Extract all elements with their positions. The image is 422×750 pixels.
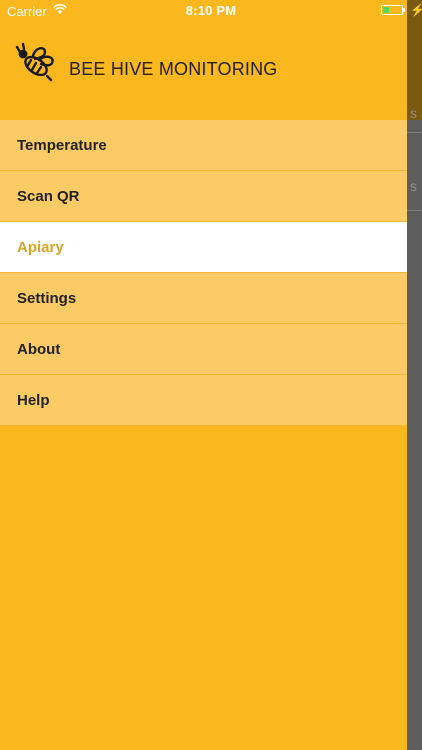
background-app-overlay[interactable]: s s [407, 0, 422, 750]
battery-icon [381, 5, 403, 15]
drawer-header: BEE HIVE MONITORING [0, 22, 407, 120]
battery-tip [403, 8, 405, 12]
menu-item-temperature[interactable]: Temperature [0, 120, 407, 171]
drawer-menu: Temperature Scan QR Apiary Settings Abou… [0, 120, 407, 426]
status-bar: Carrier 8:10 PM ⚡ [0, 0, 422, 22]
bee-icon [15, 42, 54, 82]
background-divider [407, 132, 422, 133]
background-divider [407, 210, 422, 211]
background-text-fragment: s [410, 105, 417, 121]
menu-item-help[interactable]: Help [0, 375, 407, 426]
app-screen: s s BEE HIVE MONITORING Temperature Scan… [0, 0, 422, 750]
battery-level [383, 7, 389, 13]
bolt-icon: ⚡ [410, 3, 422, 17]
navigation-drawer: BEE HIVE MONITORING Temperature Scan QR … [0, 0, 407, 750]
clock-time: 8:10 PM [185, 3, 237, 18]
background-text-fragment: s [410, 178, 417, 194]
menu-item-apiary[interactable]: Apiary [0, 222, 407, 273]
menu-item-settings[interactable]: Settings [0, 273, 407, 324]
menu-item-scan-qr[interactable]: Scan QR [0, 171, 407, 222]
menu-item-about[interactable]: About [0, 324, 407, 375]
app-title: BEE HIVE MONITORING [69, 59, 278, 79]
